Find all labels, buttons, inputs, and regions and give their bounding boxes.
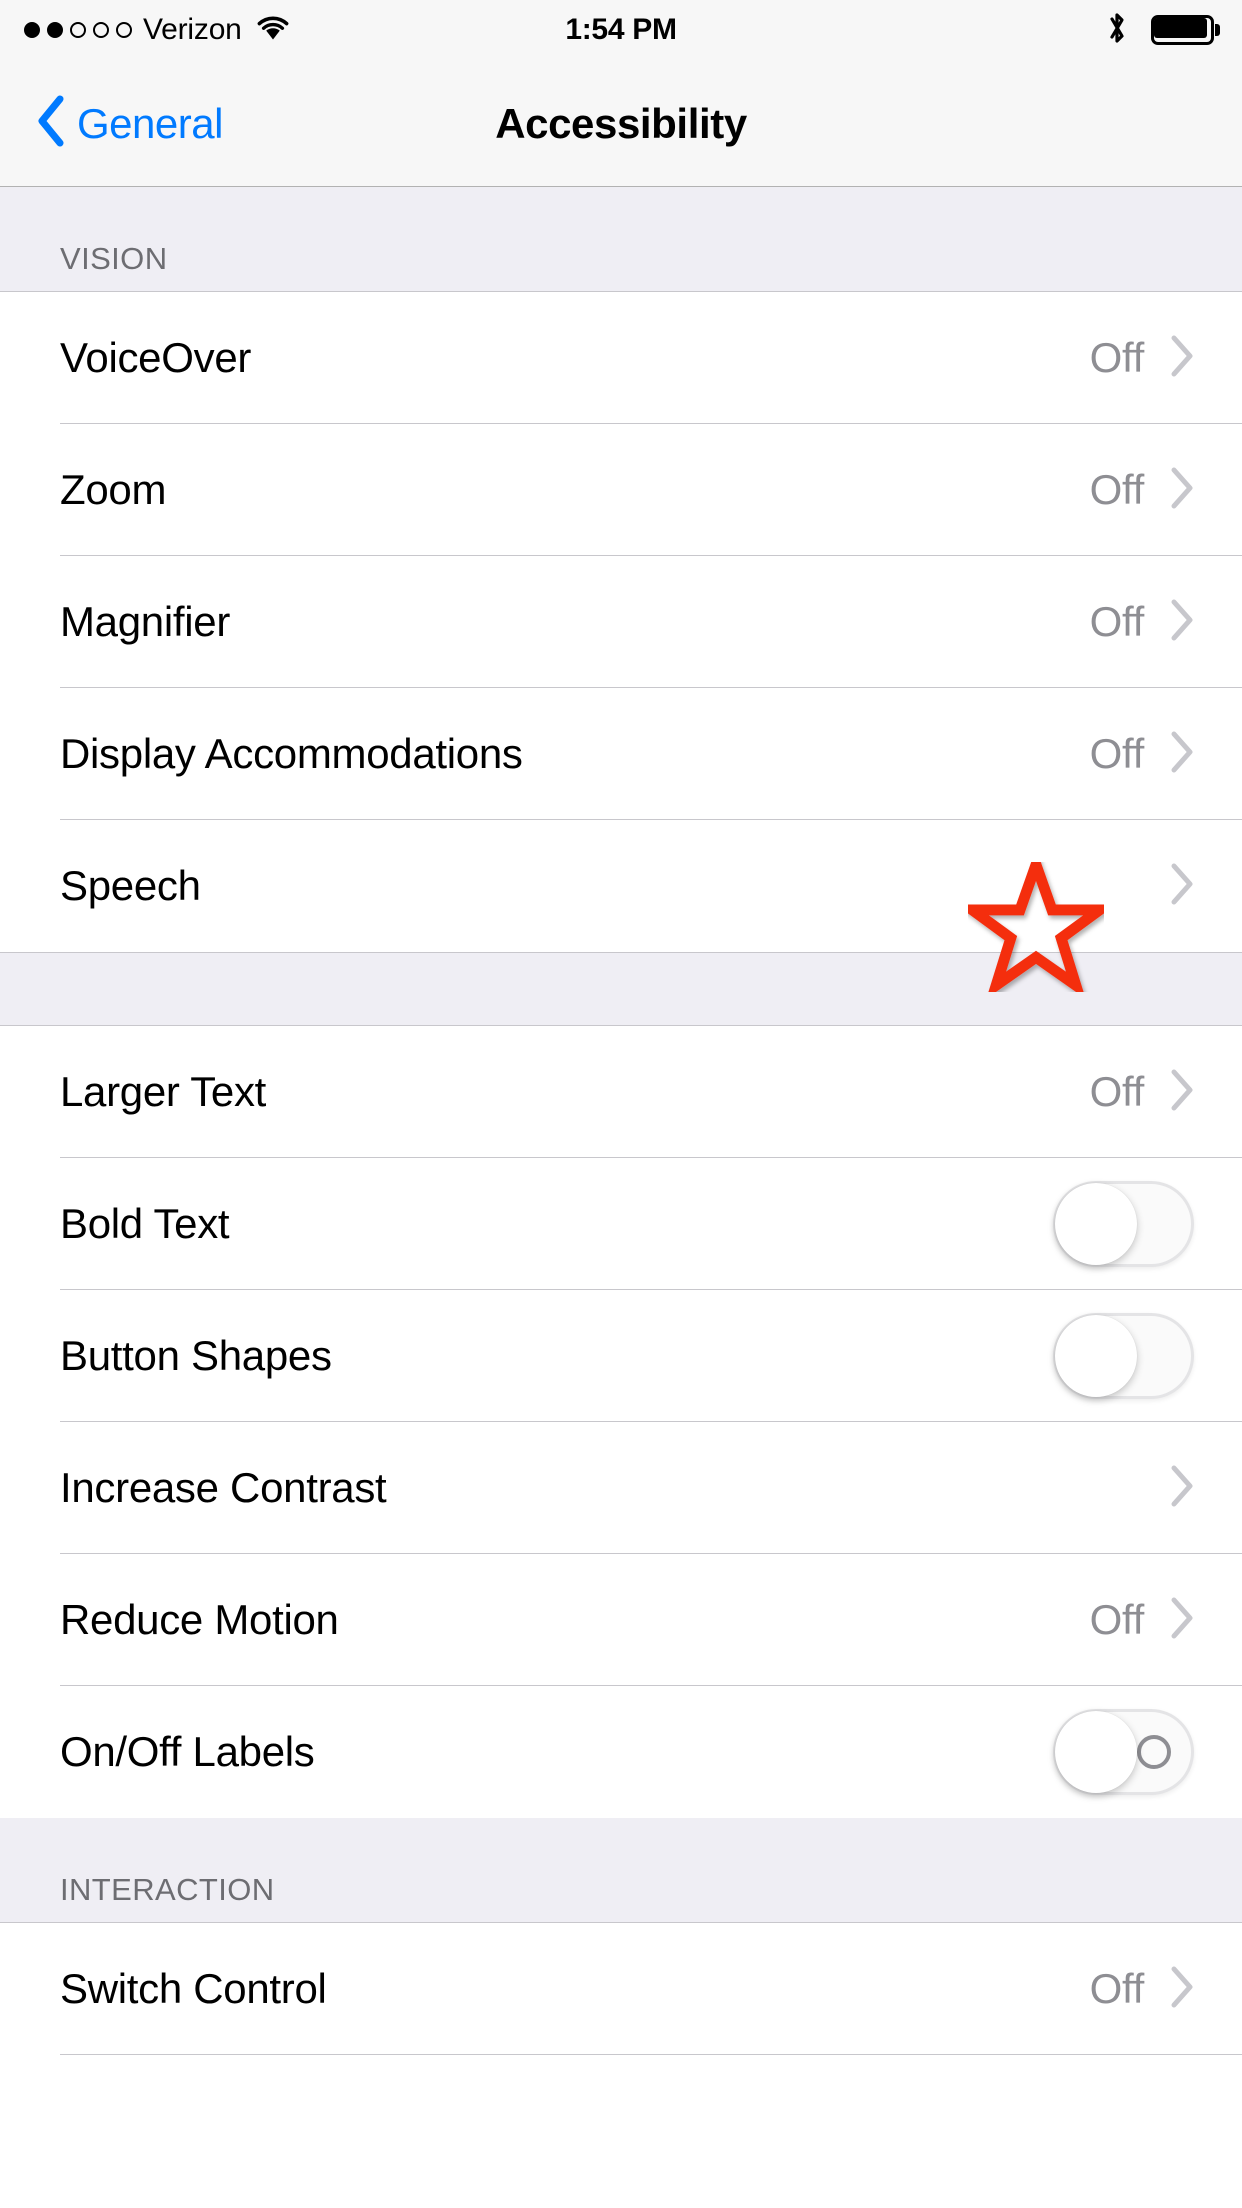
status-bar-center: 1:54 PM [0,0,1242,60]
row-label: Button Shapes [60,1332,332,1379]
row-larger-text[interactable]: Larger Text Off [0,1026,1242,1158]
chevron-right-icon [1168,598,1194,647]
chevron-right-icon [1168,466,1194,515]
row-button-shapes[interactable]: Button Shapes [0,1290,1242,1422]
row-value: Off [1089,730,1145,777]
status-bar-right [1105,0,1220,60]
section-rows-interaction: Switch Control Off [0,1923,1242,2055]
chevron-right-icon [1168,334,1194,383]
row-label: Larger Text [60,1068,267,1115]
row-accessory [1053,1181,1194,1267]
row-accessory [1053,1709,1194,1795]
row-label: Reduce Motion [60,1596,339,1643]
chevron-right-icon [1168,862,1194,911]
row-value: Off [1089,334,1145,381]
row-label: Bold Text [60,1200,230,1247]
chevron-right-icon [1168,730,1194,779]
row-label: Zoom [60,466,167,513]
row-on-off-labels[interactable]: On/Off Labels [0,1686,1242,1818]
button-shapes-toggle[interactable] [1053,1313,1194,1399]
status-bar: Verizon 1:54 PM [0,0,1242,60]
row-accessory [1053,1313,1194,1399]
chevron-right-icon [1168,1596,1194,1645]
section-header-label: INTERACTION [60,1872,275,1907]
row-voiceover[interactable]: VoiceOver Off [0,292,1242,424]
toggle-knob [1055,1711,1137,1793]
section-header-label: VISION [60,241,168,276]
section-rows-text-display: Larger Text Off Bold Text Button Shapes … [0,1026,1242,1818]
row-value: Off [1089,466,1145,513]
row-label: Switch Control [60,1965,327,2012]
row-zoom[interactable]: Zoom Off [0,424,1242,556]
row-accessory: Off [1090,334,1194,383]
row-label: VoiceOver [60,334,252,381]
on-off-labels-toggle[interactable] [1053,1709,1194,1795]
bold-text-toggle[interactable] [1053,1181,1194,1267]
row-accessory: Off [1090,466,1194,515]
row-label: Speech [60,862,201,909]
settings-list: VISION VoiceOver Off Zoom Off Magnifier … [0,187,1242,2055]
row-accessory: Off [1090,1596,1194,1645]
toggle-knob [1055,1315,1137,1397]
section-gap-text-display [0,952,1242,1026]
section-header-interaction: INTERACTION [0,1818,1242,1923]
battery-full-icon [1151,15,1220,45]
row-bold-text[interactable]: Bold Text [0,1158,1242,1290]
row-display-accommodations[interactable]: Display Accommodations Off [0,688,1242,820]
row-accessory: Off [1090,1068,1194,1117]
row-accessory [1144,862,1194,911]
navigation-bar: General Accessibility [0,60,1242,187]
row-value: Off [1089,1068,1145,1115]
section-rows-vision: VoiceOver Off Zoom Off Magnifier Off Dis… [0,292,1242,952]
row-value: Off [1089,1965,1145,2012]
row-label: Display Accommodations [60,730,523,777]
row-label: Increase Contrast [60,1464,387,1511]
chevron-right-icon [1168,1068,1194,1117]
row-speech[interactable]: Speech [0,820,1242,952]
row-accessory: Off [1090,598,1194,647]
section-header-vision: VISION [0,187,1242,292]
page-title: Accessibility [495,99,747,147]
row-accessory [1144,1464,1194,1513]
row-value: Off [1089,1596,1145,1643]
iphone-screen: Verizon 1:54 PM General Accessibility VI… [0,0,1242,2208]
row-accessory: Off [1090,730,1194,779]
status-bar-clock: 1:54 PM [565,13,677,46]
row-accessory: Off [1090,1965,1194,2014]
row-magnifier[interactable]: Magnifier Off [0,556,1242,688]
row-label: Magnifier [60,598,231,645]
bluetooth-icon [1105,10,1129,51]
row-value: Off [1089,598,1145,645]
row-label: On/Off Labels [60,1728,315,1775]
toggle-off-label-icon [1137,1735,1171,1769]
row-switch-control[interactable]: Switch Control Off [0,1923,1242,2055]
row-increase-contrast[interactable]: Increase Contrast [0,1422,1242,1554]
toggle-knob [1055,1183,1137,1265]
row-reduce-motion[interactable]: Reduce Motion Off [0,1554,1242,1686]
chevron-right-icon [1168,1965,1194,2014]
chevron-right-icon [1168,1464,1194,1513]
